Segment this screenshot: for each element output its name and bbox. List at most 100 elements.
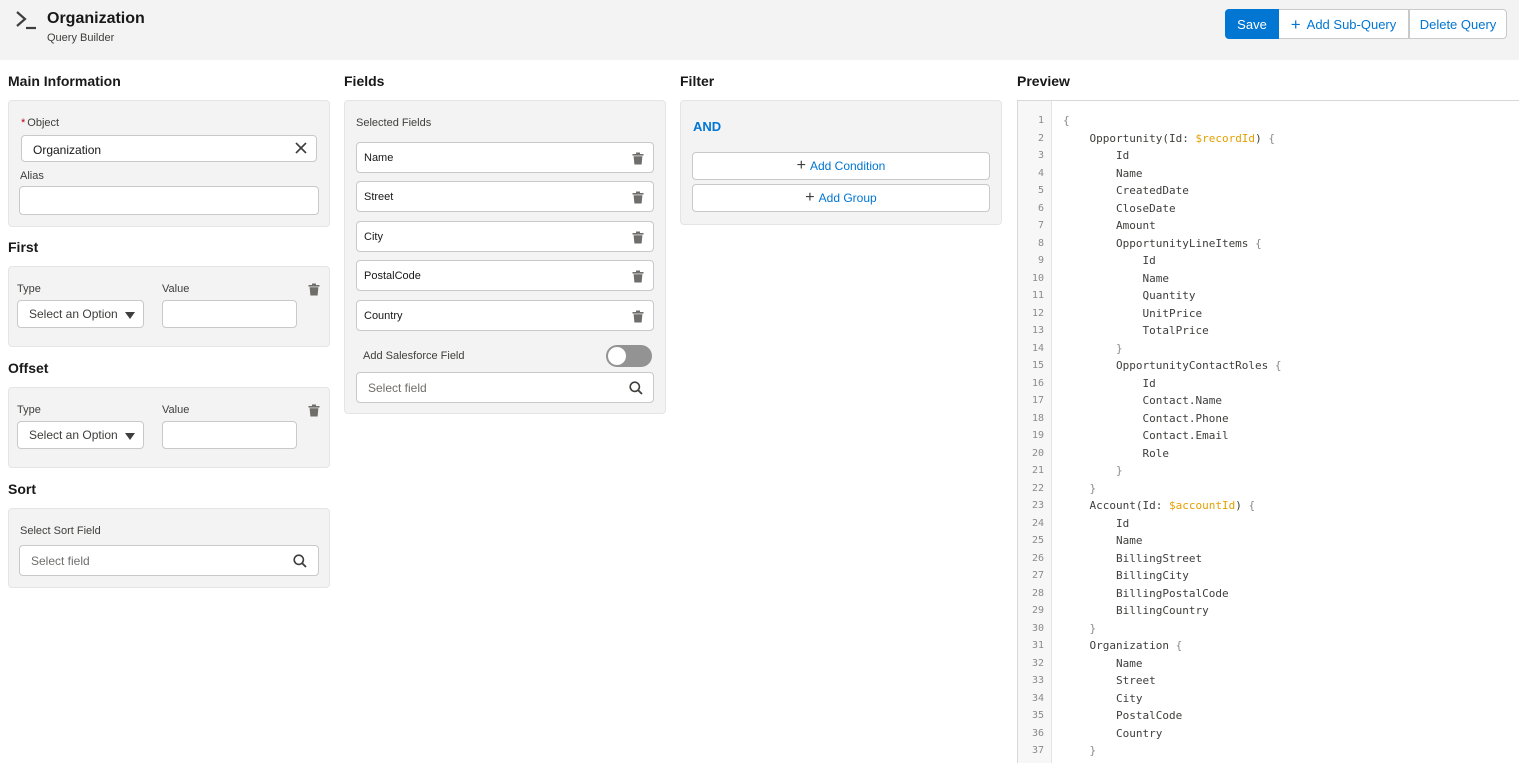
code-text: { — [1063, 114, 1070, 127]
add-group-button[interactable]: + Add Group — [692, 184, 990, 212]
line-number: 20 — [1031, 447, 1044, 459]
add-salesforce-field-label: Add Salesforce Field — [363, 350, 465, 362]
code-line: 7 Amount — [1018, 219, 1519, 237]
code-line: 18 Contact.Phone — [1018, 412, 1519, 430]
first-type-placeholder: Select an Option — [29, 307, 118, 321]
filter-title: Filter — [680, 73, 715, 89]
first-value-label: Value — [162, 283, 190, 295]
line-number: 11 — [1031, 290, 1044, 301]
code-line: 20 Role — [1018, 447, 1519, 465]
toggle-knob — [608, 347, 626, 365]
line-number: 16 — [1031, 377, 1044, 389]
trash-icon[interactable] — [308, 283, 320, 296]
add-sub-query-label: Add Sub-Query — [1306, 16, 1397, 32]
first-value-input[interactable] — [162, 300, 297, 328]
select-field-placeholder: Select field — [368, 380, 427, 395]
code-line: 15 OpportunityContactRoles { — [1018, 359, 1519, 377]
sort-field-label: Select Sort Field — [20, 525, 101, 537]
selected-field-row: City — [356, 221, 654, 252]
line-number: 3 — [1037, 150, 1044, 161]
code-text: Country — [1063, 726, 1163, 740]
line-number: 15 — [1031, 360, 1044, 371]
first-type-select[interactable]: Select an Option — [17, 300, 144, 328]
code-text: BillingStreet — [1063, 551, 1203, 565]
code-line: 37 } — [1018, 744, 1519, 762]
code-line: 1{ — [1018, 114, 1519, 132]
save-button[interactable]: Save — [1225, 9, 1279, 39]
object-value: Organization — [33, 143, 102, 157]
code-text: BillingCountry — [1063, 604, 1209, 617]
trash-icon[interactable] — [632, 152, 644, 165]
plus-icon: + — [1290, 14, 1301, 34]
code-text: Street — [1063, 674, 1156, 687]
object-lookup-input[interactable]: Organization — [21, 135, 317, 162]
terminal-prompt-icon — [16, 11, 36, 30]
code-text: CloseDate — [1063, 201, 1176, 215]
code-lines: 1{2 Opportunity(Id: $recordId) {3 Id 4 Na… — [1018, 114, 1519, 762]
code-line: 10 Name — [1018, 272, 1519, 290]
code-line: 19 Contact.Email — [1018, 429, 1519, 447]
code-text: Account(Id: $accountId) { — [1063, 499, 1256, 512]
line-number: 8 — [1037, 237, 1044, 249]
code-line: 28 BillingPostalCode — [1018, 587, 1519, 605]
first-title: First — [8, 239, 39, 255]
code-line: 29 BillingCountry — [1018, 604, 1519, 622]
code-text: PostalCode — [1063, 709, 1183, 722]
code-line: 35 PostalCode — [1018, 709, 1519, 727]
trash-icon[interactable] — [632, 191, 644, 204]
sort-field-search-input[interactable]: Select field — [19, 545, 319, 576]
trash-icon[interactable] — [632, 310, 644, 323]
code-line: 16 Id — [1018, 377, 1519, 395]
clear-icon[interactable] — [294, 141, 308, 155]
code-line: 9 Id — [1018, 254, 1519, 272]
selected-field-row: Street — [356, 181, 654, 212]
line-number: 25 — [1031, 535, 1044, 546]
fields-title: Fields — [344, 73, 385, 89]
offset-panel: Type Select an Option Value — [8, 387, 330, 468]
line-number: 22 — [1031, 482, 1044, 494]
search-icon — [629, 381, 643, 395]
trash-icon[interactable] — [632, 270, 644, 283]
code-text: Organization { — [1063, 639, 1183, 652]
required-mark: * — [21, 117, 26, 129]
code-line: 21 } — [1018, 464, 1519, 482]
offset-value-input[interactable] — [162, 421, 297, 449]
code-text: Name — [1063, 166, 1143, 180]
line-number: 34 — [1031, 692, 1044, 704]
add-condition-label: Add Condition — [809, 159, 886, 173]
code-line: 33 Street — [1018, 674, 1519, 692]
code-line: 4 Name — [1018, 167, 1519, 185]
offset-type-label: Type — [17, 404, 41, 416]
offset-type-select[interactable]: Select an Option — [17, 421, 144, 449]
code-line: 11 Quantity — [1018, 289, 1519, 307]
filter-panel: AND + Add Condition + Add Group — [680, 100, 1002, 225]
code-text: Id — [1063, 376, 1156, 390]
page-header: Organization Query Builder Save + Add Su… — [0, 0, 1519, 60]
line-number: 33 — [1031, 675, 1044, 686]
logic-operator-and[interactable]: AND — [693, 119, 721, 134]
code-line: 14 } — [1018, 342, 1519, 360]
line-number: 17 — [1031, 395, 1044, 406]
code-text: } — [1089, 744, 1097, 757]
caret-down-icon — [125, 433, 135, 440]
code-text: CreatedDate — [1063, 184, 1189, 197]
offset-value-label: Value — [162, 404, 190, 416]
offset-type-placeholder: Select an Option — [29, 428, 118, 442]
selected-field-name: Country — [364, 310, 403, 322]
code-text: Opportunity(Id: $recordId) { — [1063, 131, 1275, 145]
query-preview-editor[interactable]: 1{2 Opportunity(Id: $recordId) {3 Id 4 Na… — [1017, 100, 1519, 763]
add-sub-query-button[interactable]: + Add Sub-Query — [1279, 9, 1409, 39]
add-condition-button[interactable]: + Add Condition — [692, 152, 990, 180]
trash-icon[interactable] — [308, 404, 320, 417]
code-text: } — [1089, 621, 1097, 635]
code-line: 36 Country — [1018, 727, 1519, 745]
add-salesforce-field-toggle[interactable] — [606, 345, 652, 367]
select-field-search-input[interactable]: Select field — [356, 372, 654, 403]
code-line: 26 BillingStreet — [1018, 552, 1519, 570]
trash-icon[interactable] — [632, 231, 644, 244]
code-line: 17 Contact.Name — [1018, 394, 1519, 412]
delete-query-button[interactable]: Delete Query — [1409, 9, 1507, 39]
alias-input[interactable] — [19, 186, 319, 215]
line-number: 5 — [1037, 185, 1044, 196]
code-text: BillingCity — [1063, 569, 1189, 582]
